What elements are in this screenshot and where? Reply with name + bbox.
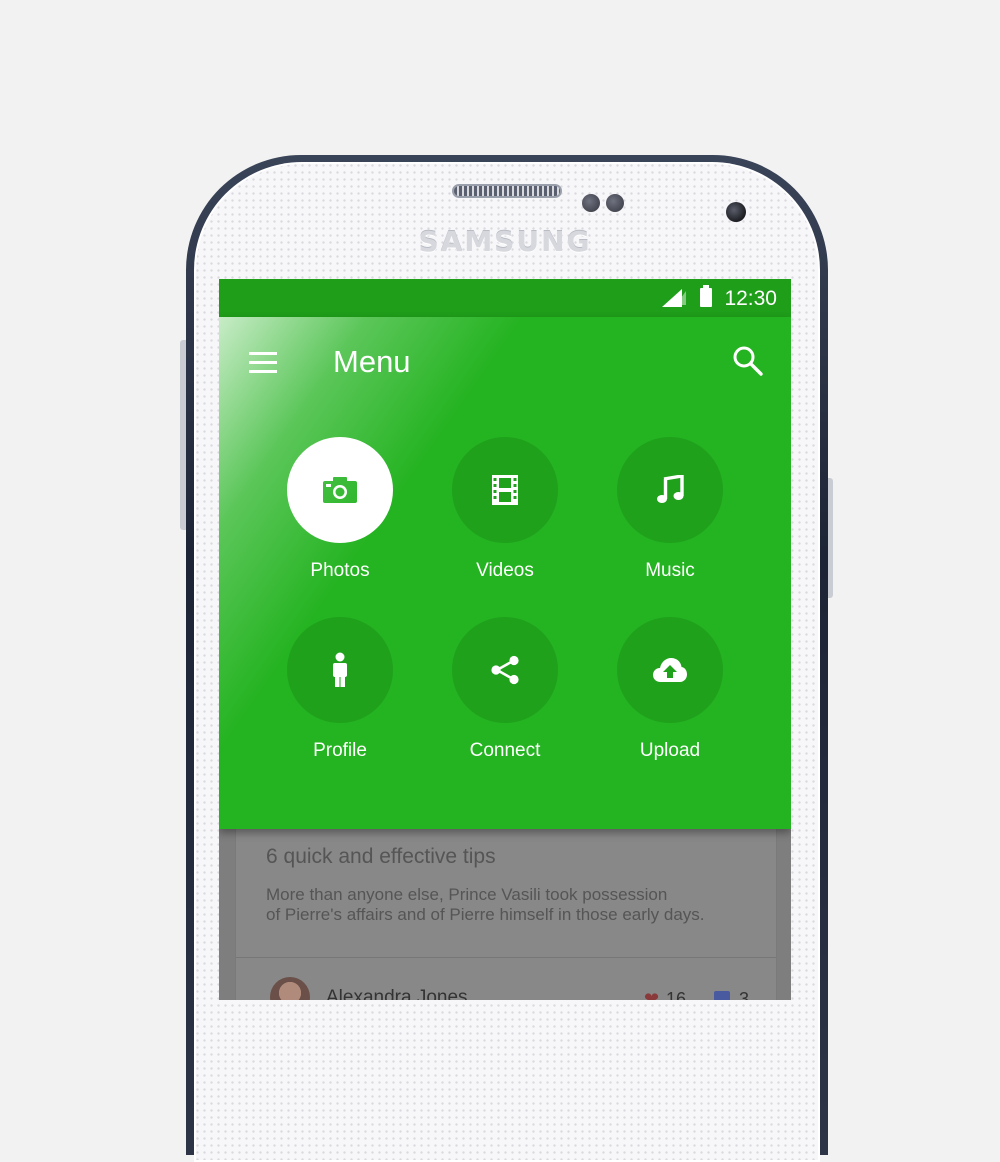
camera-icon	[323, 477, 357, 503]
card-subtitle: 6 quick and effective tips	[266, 845, 496, 868]
menu-item-circle	[452, 437, 558, 543]
card-text-line: of Pierre's affairs and of Pierre himsel…	[266, 905, 705, 924]
card-text-line: More than anyone else, Prince Vasili too…	[266, 885, 668, 904]
comments-count: 3	[739, 989, 750, 1000]
music-note-icon	[657, 475, 684, 503]
menu-item-photos[interactable]: Photos	[270, 437, 410, 607]
card-divider	[236, 957, 776, 958]
film-icon	[492, 475, 518, 505]
share-icon	[491, 655, 519, 685]
menu-item-circle	[452, 617, 558, 723]
likes-count: 16	[666, 989, 687, 1000]
heart-icon: ❤	[644, 989, 660, 1000]
menu-panel: Menu Photos Videos Music Profile Connect…	[219, 317, 791, 829]
card-text: More than anyone else, Prince Vasili too…	[266, 885, 766, 925]
article-card: ​ 6 quick and effective tips More than a…	[235, 799, 777, 1000]
speaker-grille	[452, 184, 562, 198]
menu-grid: Photos Videos Music Profile Connect Uplo…	[219, 317, 791, 829]
menu-item-circle	[287, 617, 393, 723]
menu-item-circle	[287, 437, 393, 543]
menu-item-label: Connect	[469, 740, 541, 761]
status-bar: 12:30	[219, 279, 791, 317]
menu-item-upload[interactable]: Upload	[600, 617, 740, 787]
proximity-sensor	[582, 194, 600, 212]
menu-item-circle	[617, 437, 723, 543]
person-icon	[333, 652, 347, 687]
menu-item-label: Upload	[639, 740, 701, 761]
cloud-upload-icon	[653, 658, 687, 682]
menu-item-label: Music	[645, 560, 695, 581]
light-sensor	[606, 194, 624, 212]
author-name: Alexandra Jones	[326, 987, 468, 1000]
avatar	[270, 977, 310, 1000]
front-camera	[726, 202, 746, 222]
menu-item-label: Photos	[310, 560, 370, 581]
power-button	[828, 478, 833, 598]
battery-icon	[700, 285, 712, 307]
menu-item-circle	[617, 617, 723, 723]
menu-item-music[interactable]: Music	[600, 437, 740, 607]
signal-icon	[662, 289, 686, 307]
menu-item-profile[interactable]: Profile	[270, 617, 410, 787]
status-time: 12:30	[724, 287, 777, 310]
comment-icon	[714, 991, 730, 1000]
screen: ​ 6 quick and effective tips More than a…	[219, 279, 791, 1000]
menu-item-label: Videos	[476, 560, 534, 581]
brand-logo: SAMSUNG	[418, 225, 592, 258]
menu-item-label: Profile	[313, 740, 367, 761]
menu-item-videos[interactable]: Videos	[435, 437, 575, 607]
menu-item-connect[interactable]: Connect	[435, 617, 575, 787]
